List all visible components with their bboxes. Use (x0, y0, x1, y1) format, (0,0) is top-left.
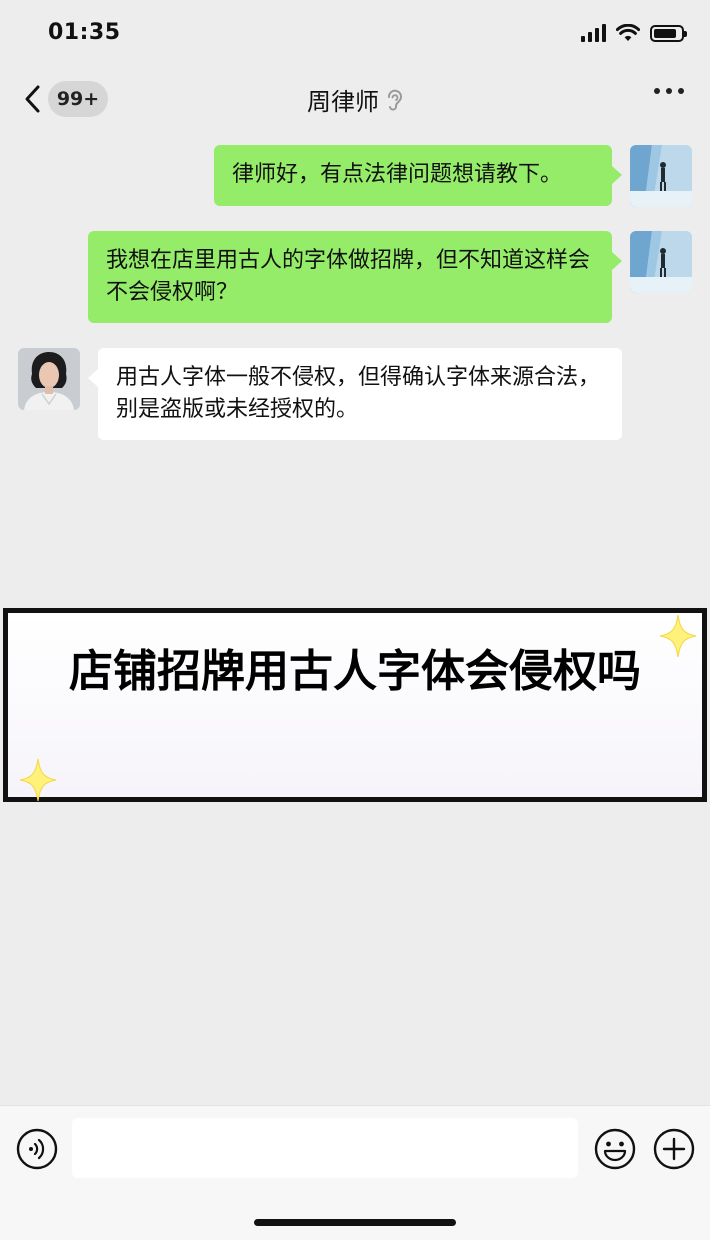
sparkle-icon (659, 614, 697, 658)
more-options-icon[interactable] (654, 88, 684, 94)
my-avatar[interactable] (630, 145, 692, 207)
message-text: 律师好，有点法律问题想请教下。 (232, 162, 563, 187)
title-card: 店铺招牌用古人字体会侵权吗 (3, 608, 707, 802)
chat-title: 周律师 (0, 82, 710, 117)
bubble-tail (88, 369, 98, 387)
chat-header: 99+ 周律师 (0, 70, 710, 130)
title-card-text: 店铺招牌用古人字体会侵权吗 (69, 646, 641, 697)
battery-level (654, 28, 677, 38)
bubble-tail (612, 252, 622, 270)
status-icons (581, 22, 687, 44)
plus-icon[interactable] (653, 1128, 695, 1170)
message-input[interactable] (72, 1118, 578, 1178)
cellular-signal-icon (581, 24, 606, 42)
voice-icon[interactable] (16, 1128, 58, 1170)
lawyer-avatar[interactable] (18, 348, 80, 410)
wifi-icon (616, 24, 640, 41)
message-bubble-received[interactable]: 用古人字体一般不侵权，但得确认字体来源合法，别是盗版或未经授权的。 (98, 348, 622, 440)
ear-icon (388, 89, 402, 111)
message-text: 我想在店里用古人的字体做招牌，但不知道这样会不会侵权啊？ (106, 248, 591, 305)
status-bar: 01:35 (0, 0, 710, 64)
emoji-icon[interactable] (594, 1128, 636, 1170)
message-bubble-sent[interactable]: 我想在店里用古人的字体做招牌，但不知道这样会不会侵权啊？ (88, 231, 612, 323)
status-time: 01:35 (48, 20, 121, 45)
home-indicator[interactable] (254, 1219, 456, 1226)
contact-name: 周律师 (307, 88, 379, 116)
message-bubble-sent[interactable]: 律师好，有点法律问题想请教下。 (214, 145, 612, 206)
sparkle-icon (19, 758, 57, 802)
my-avatar[interactable] (630, 231, 692, 293)
bubble-tail (612, 166, 622, 184)
battery-icon (650, 24, 687, 42)
message-text: 用古人字体一般不侵权，但得确认字体来源合法，别是盗版或未经授权的。 (116, 365, 601, 422)
